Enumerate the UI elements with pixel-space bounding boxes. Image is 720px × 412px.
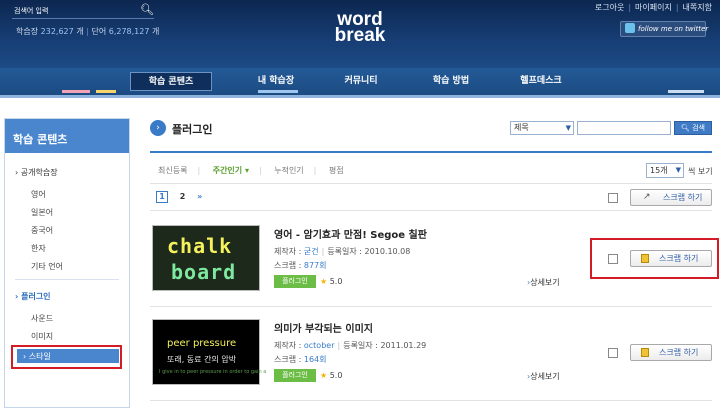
search-field-select[interactable]: 제목 ▼ [510, 121, 574, 135]
page-1[interactable]: 1 [156, 191, 168, 203]
item-thumbnail-chalkboard[interactable]: chalk board [152, 225, 260, 291]
nav-item-learning-method[interactable]: 학습 방법 [420, 72, 482, 91]
item-meta: 제작자 : 굳건 | 등록일자 : 2010.10.08 [274, 247, 411, 256]
chevron-down-icon: ▼ [565, 124, 571, 132]
sidebar-section-public[interactable]: › 공개학습장 [15, 167, 58, 178]
item-rating: ★ 5.0 [320, 371, 343, 380]
list-item-divider [150, 306, 712, 307]
per-page-select[interactable]: 15개 ▼ [646, 163, 684, 178]
tab-total-popular[interactable]: 누적인기 [274, 166, 303, 175]
pagination: 1 2 » [156, 191, 202, 204]
detail-link[interactable]: ›상세보기 [527, 371, 560, 382]
nav-item-community[interactable]: 커뮤니티 [330, 72, 392, 91]
twitter-icon [625, 23, 635, 33]
top-links: 로그아웃 | 마이페이지 | 내쪽지함 [594, 3, 712, 12]
title-divider [150, 151, 712, 153]
header-search-box[interactable]: 검색어 입력 🔍︎ 학습장 232,627 개 | 단어 6,278,127 개 [8, 2, 160, 40]
page-2[interactable]: 2 [177, 192, 189, 204]
sidebar-item-hanja[interactable]: 한자 [31, 243, 46, 254]
plugin-badge: 플러그인 [274, 275, 316, 288]
arrow-circle-icon: › [150, 120, 166, 136]
scrap-all-button[interactable]: ↗ 스크랩 하기 [630, 189, 712, 206]
search-label: 검색어 입력 [14, 7, 49, 15]
star-icon: ★ [320, 277, 328, 286]
page-title: 플러그인 [172, 123, 213, 136]
detail-link[interactable]: ›상세보기 [527, 277, 560, 288]
author-link[interactable]: 굳건 [304, 247, 319, 256]
item-scrap-count: 스크랩 : 877회 [274, 261, 327, 270]
star-icon: ★ [320, 371, 328, 380]
site-stats: 학습장 232,627 개 | 단어 6,278,127 개 [16, 27, 160, 36]
logo-line2: break [334, 25, 386, 46]
sidebar-section-plugin[interactable]: › 플러그인 [15, 291, 51, 302]
item-thumbnail-peer-pressure[interactable]: peer pressure 또래, 동료 간의 압박 I give in to … [152, 319, 266, 385]
nav-item-my-notebook[interactable]: 내 학습장 [240, 72, 312, 91]
item-rating: ★ 5.0 [320, 277, 343, 286]
sidebar-item-english[interactable]: 영어 [31, 189, 46, 200]
mypage-link[interactable]: 마이페이지 [635, 3, 672, 12]
item-scrap-count: 스크랩 : 164회 [274, 355, 327, 364]
sidebar-item-japanese[interactable]: 일본어 [31, 207, 53, 218]
item-title[interactable]: 영어 - 암기효과 만점! Segoe 칠판 [274, 226, 427, 241]
sidebar-title: 학습 콘텐츠 [5, 119, 129, 153]
sidebar-divider [15, 279, 119, 280]
search-input[interactable] [577, 121, 671, 135]
tab-weekly-popular[interactable]: 주간인기 ▾ [213, 166, 249, 175]
sidebar-item-image[interactable]: 이미지 [31, 331, 53, 342]
learned-label: 학습장 [16, 27, 39, 36]
learned-count: 232,627 [40, 27, 74, 36]
sort-tabs: 최신등록 | 주간인기 ▾ | 누적인기 | 평점 [158, 166, 344, 175]
list-top-divider [150, 210, 712, 211]
highlight-box-scrap [590, 238, 719, 279]
search-underline [12, 18, 154, 19]
per-page-suffix: 씩 보기 [688, 167, 713, 176]
sidebar-item-other[interactable]: 기타 언어 [31, 261, 63, 272]
logout-link[interactable]: 로그아웃 [595, 3, 624, 12]
nav-deco-yellow [96, 90, 116, 93]
scrap-arrow-icon: ↗ [643, 192, 651, 202]
list-bottom-divider [150, 400, 712, 401]
tab-rating[interactable]: 평점 [329, 166, 344, 175]
plugin-badge: 플러그인 [274, 369, 316, 382]
main-nav: 학습 콘텐츠 내 학습장 커뮤니티 학습 방법 헬프데스크 [0, 68, 720, 98]
tab-latest[interactable]: 최신등록 [158, 166, 187, 175]
search-icon[interactable]: 🔍︎ [140, 3, 154, 16]
chevron-down-icon: ▼ [675, 166, 681, 174]
nav-item-helpdesk[interactable]: 헬프데스크 [505, 72, 577, 91]
learned-unit: 개 [76, 27, 84, 36]
tabs-divider [150, 183, 712, 184]
words-count: 6,278,127 [108, 27, 150, 36]
select-all-checkbox[interactable] [608, 193, 618, 203]
nav-item-learning-content[interactable]: 학습 콘텐츠 [130, 72, 212, 91]
twitter-label: follow me on twitter [638, 25, 709, 33]
nav-deco-pink [62, 90, 90, 93]
wordbreak-logo[interactable]: word break [330, 10, 390, 46]
author-link[interactable]: october [304, 341, 335, 350]
item-scrap-button[interactable]: 스크랩 하기 [630, 344, 712, 361]
item-title[interactable]: 의미가 부각되는 이미지 [274, 320, 373, 335]
words-label: 단어 [91, 27, 107, 36]
sidebar-item-sound[interactable]: 사운드 [31, 313, 53, 324]
nav-deco-blue [258, 90, 298, 93]
nav-deco-light [668, 90, 704, 93]
item-checkbox[interactable] [608, 348, 618, 358]
search-button[interactable]: 🔍︎ 검색 [674, 121, 712, 135]
item-meta: 제작자 : october | 등록일자 : 2011.01.29 [274, 341, 427, 350]
highlight-box-style [11, 345, 122, 369]
twitter-follow-button[interactable]: follow me on twitter [620, 21, 709, 37]
site-header: 검색어 입력 🔍︎ 학습장 232,627 개 | 단어 6,278,127 개… [0, 0, 720, 68]
scrap-icon [641, 348, 649, 357]
messages-link[interactable]: 내쪽지함 [683, 3, 712, 12]
next-page-icon[interactable]: » [197, 192, 202, 201]
words-unit: 개 [152, 27, 160, 36]
sidebar-item-chinese[interactable]: 중국어 [31, 225, 53, 236]
